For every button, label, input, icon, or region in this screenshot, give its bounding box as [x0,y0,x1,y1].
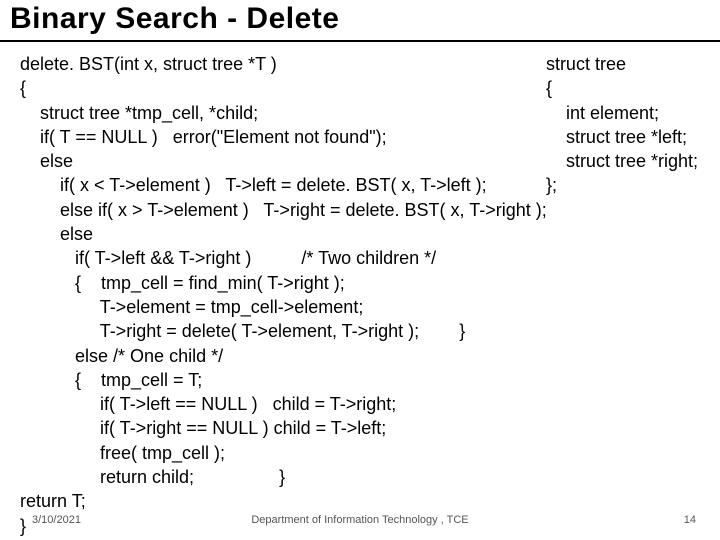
footer-department: Department of Information Technology , T… [0,514,720,526]
page-number: 14 [684,514,696,526]
struct-definition: struct tree { int element; struct tree *… [546,52,698,198]
slide-title: Binary Search - Delete [0,0,720,42]
code-block: delete. BST(int x, struct tree *T ) { st… [20,52,547,538]
